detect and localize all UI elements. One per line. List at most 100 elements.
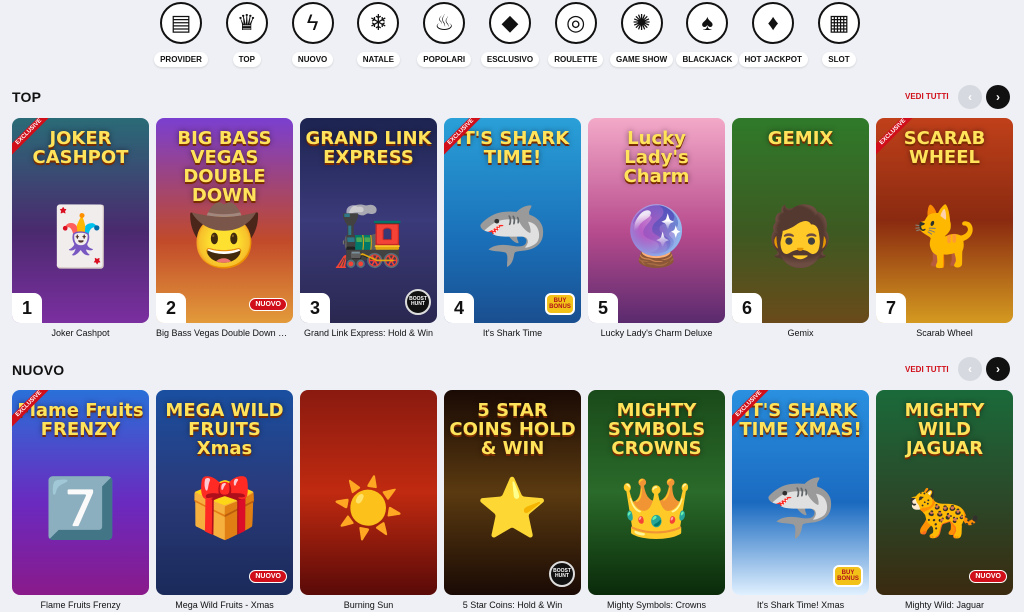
game-thumbnail[interactable]: IT'S SHARK TIME XMAS! 🦈 EXCLUSIVE BUY BONUS <box>732 390 869 595</box>
game-logo: 5 STAR COINS HOLD & WIN <box>449 400 576 459</box>
category-provider[interactable]: ▤ PROVIDER <box>150 0 212 76</box>
category-label: SLOT <box>822 52 856 67</box>
category-label: TOP <box>232 52 261 67</box>
game-name: Mighty Wild: Jaguar <box>904 600 985 610</box>
game-card[interactable]: Lucky Lady's Charm 🔮 5 Lucky Lady's Charm D… <box>588 118 725 338</box>
game-thumbnail[interactable]: JOKER CASHPOT 🃏 EXCLUSIVE 1 <box>12 118 149 323</box>
game-thumbnail[interactable]: BIG BASS VEGAS DOUBLE DOWN 🤠 2 NUOVO <box>156 118 293 323</box>
game-thumbnail[interactable]: MEGA WILD FRUITS Xmas 🎁 NUOVO <box>156 390 293 595</box>
game-artwork: 7️⃣ <box>44 475 117 541</box>
game-thumbnail[interactable]: IT'S SHARK TIME! 🦈 EXCLUSIVE 4 BUY BONUS <box>444 118 581 323</box>
category-nav: ▤ PROVIDER ♛ TOP ϟ NUOVO ❄ NATALE ♨ POPOLARI ◆ ESCL… <box>150 0 870 76</box>
game-card[interactable]: MIGHTY WILD JAGUAR 🐆 NUOVO Mighty Wild: Jag… <box>876 390 1013 610</box>
carousel-prev-button-top[interactable]: ‹ <box>958 85 982 109</box>
game-thumbnail[interactable]: Lucky Lady's Charm 🔮 5 <box>588 118 725 323</box>
game-artwork: 👑 <box>620 475 693 541</box>
category-label: NATALE <box>356 52 401 67</box>
game-card[interactable]: 5 STAR COINS HOLD & WIN ⭐ BOOST HUNT 5 Star… <box>444 390 581 610</box>
game-logo: IT'S SHARK TIME! <box>455 128 570 168</box>
game-artwork: 🎁 <box>188 475 261 541</box>
game-logo: Flame Fruits FRENZY <box>17 400 144 440</box>
category-slot[interactable]: ▦ SLOT <box>808 0 870 76</box>
game-logo: IT'S SHARK TIME XMAS! <box>739 400 862 440</box>
rank-badge: 6 <box>732 293 762 323</box>
game-logo: GRAND LINK EXPRESS <box>305 128 432 168</box>
game-artwork: 🤠 <box>188 203 261 269</box>
game-card[interactable]: Flame Fruits FRENZY 7️⃣ EXCLUSIVE Flame Fru… <box>12 390 149 610</box>
rank-badge: 2 <box>156 293 186 323</box>
game-name: Grand Link Express: Hold & Win <box>303 328 434 338</box>
game-thumbnail[interactable]: MIGHTY WILD JAGUAR 🐆 NUOVO <box>876 390 1013 595</box>
game-logo: BIG BASS VEGAS DOUBLE DOWN <box>177 128 272 206</box>
category-hot-jackpot[interactable]: ♦ HOT JACKPOT <box>738 0 808 76</box>
lightning-icon: ϟ <box>291 2 334 44</box>
game-thumbnail[interactable]: Flame Fruits FRENZY 7️⃣ EXCLUSIVE <box>12 390 149 595</box>
game-name: Big Bass Vegas Double Down Deluxe <box>156 328 293 338</box>
game-thumbnail[interactable]: GEMIX 🧔 6 <box>732 118 869 323</box>
category-label: GAME SHOW <box>610 52 674 67</box>
feature-badge: BOOST HUNT <box>405 289 431 315</box>
game-artwork: 🧔 <box>764 203 837 269</box>
game-artwork: 🚂 <box>332 203 405 269</box>
game-row-top: JOKER CASHPOT 🃏 EXCLUSIVE 1 Joker Cashpot BIG… <box>12 118 1013 338</box>
game-artwork: 🐈 <box>908 203 981 269</box>
game-thumbnail[interactable]: SCARAB WHEEL 🐈 EXCLUSIVE 7 <box>876 118 1013 323</box>
rank-badge: 4 <box>444 293 474 323</box>
game-name: It's Shark Time! Xmas <box>756 600 845 610</box>
carousel-next-button-top[interactable]: › <box>986 85 1010 109</box>
game-card[interactable]: IT'S SHARK TIME XMAS! 🦈 EXCLUSIVE BUY BONUS… <box>732 390 869 610</box>
game-logo: GEMIX <box>767 128 834 149</box>
game-thumbnail[interactable]: 5 STAR COINS HOLD & WIN ⭐ BOOST HUNT <box>444 390 581 595</box>
game-name: 5 Star Coins: Hold & Win <box>462 600 563 610</box>
game-card[interactable]: GEMIX 🧔 6 Gemix <box>732 118 869 338</box>
game-card[interactable]: MIGHTY SYMBOLS CROWNS 👑 Mighty Symbols: Cr… <box>588 390 725 610</box>
game-name: Flame Fruits Frenzy <box>40 600 121 610</box>
game-artwork: 🔮 <box>620 203 693 269</box>
game-thumbnail[interactable]: ☀️ <box>300 390 437 595</box>
game-card[interactable]: SCARAB WHEEL 🐈 EXCLUSIVE 7 Scarab Wheel <box>876 118 1013 338</box>
game-card[interactable]: IT'S SHARK TIME! 🦈 EXCLUSIVE 4 BUY BONUS It's… <box>444 118 581 338</box>
new-badge: NUOVO <box>249 298 287 311</box>
see-all-top-link[interactable]: VEDI TUTTI <box>905 92 949 101</box>
carousel-prev-button-nuovo[interactable]: ‹ <box>958 357 982 381</box>
game-artwork: 🦈 <box>476 203 549 269</box>
category-natale[interactable]: ❄ NATALE <box>347 0 409 76</box>
game-artwork: ☀️ <box>332 475 405 541</box>
diamond-icon: ◆ <box>488 2 531 44</box>
category-label: HOT JACKPOT <box>738 52 808 67</box>
game-card[interactable]: GRAND LINK EXPRESS 🚂 3 BOOST HUNT Grand Link… <box>300 118 437 338</box>
category-popolari[interactable]: ♨ POPOLARI <box>413 0 475 76</box>
feature-badge: BUY BONUS <box>545 293 575 315</box>
game-logo: MIGHTY WILD JAGUAR <box>904 400 985 459</box>
feature-badge: BOOST HUNT <box>549 561 575 587</box>
category-label: PROVIDER <box>154 52 208 67</box>
game-thumbnail[interactable]: MIGHTY SYMBOLS CROWNS 👑 <box>588 390 725 595</box>
book-icon: ▤ <box>160 2 202 44</box>
game-logo: Lucky Lady's Charm <box>623 128 690 187</box>
game-name: It's Shark Time <box>482 328 543 338</box>
category-game-show[interactable]: ✺ GAME SHOW <box>610 0 674 76</box>
game-logo: SCARAB WHEEL <box>903 128 986 168</box>
game-logo: JOKER CASHPOT <box>32 128 129 168</box>
category-roulette[interactable]: ◎ ROULETTE <box>545 0 607 76</box>
game-thumbnail[interactable]: GRAND LINK EXPRESS 🚂 3 BOOST HUNT <box>300 118 437 323</box>
category-label: ESCLUSIVO <box>480 52 540 67</box>
rank-badge: 1 <box>12 293 42 323</box>
category-top[interactable]: ♛ TOP <box>216 0 278 76</box>
game-card[interactable]: BIG BASS VEGAS DOUBLE DOWN 🤠 2 NUOVO Big Bas… <box>156 118 293 338</box>
rank-badge: 7 <box>876 293 906 323</box>
rank-badge: 5 <box>588 293 618 323</box>
game-card[interactable]: JOKER CASHPOT 🃏 EXCLUSIVE 1 Joker Cashpot <box>12 118 149 338</box>
carousel-next-button-nuovo[interactable]: › <box>986 357 1010 381</box>
game-card[interactable]: MEGA WILD FRUITS Xmas 🎁 NUOVO Mega Wild Fru… <box>156 390 293 610</box>
wheel-icon: ✺ <box>620 2 663 44</box>
category-nuovo[interactable]: ϟ NUOVO <box>282 0 344 76</box>
game-name: Mega Wild Fruits - Xmas <box>175 600 274 610</box>
see-all-nuovo-link[interactable]: VEDI TUTTI <box>905 365 949 374</box>
game-card[interactable]: ☀️ Burning Sun <box>300 390 437 610</box>
game-row-nuovo: Flame Fruits FRENZY 7️⃣ EXCLUSIVE Flame Fru… <box>12 390 1013 610</box>
category-blackjack[interactable]: ♠ BLACKJACK <box>676 0 739 76</box>
feature-badge: BUY BONUS <box>833 565 863 587</box>
category-esclusivo[interactable]: ◆ ESCLUSIVO <box>479 0 541 76</box>
category-label: NUOVO <box>291 52 334 67</box>
